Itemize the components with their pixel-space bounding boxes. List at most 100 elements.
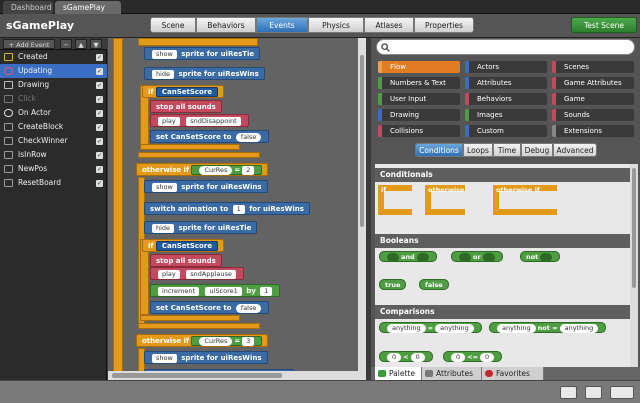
checkbox[interactable]: ✓: [96, 124, 103, 131]
tab-events[interactable]: Events: [256, 17, 308, 33]
dropdown[interactable]: hide: [152, 69, 175, 79]
binoculars-icon[interactable]: [585, 386, 602, 399]
value-field[interactable]: false: [235, 132, 262, 142]
value-field[interactable]: CurRes: [199, 336, 233, 346]
checkbox[interactable]: ✓: [96, 110, 103, 117]
sidebar-item-updating[interactable]: Updating ✓: [0, 64, 107, 78]
value-field[interactable]: 3: [242, 336, 255, 346]
play-sound-block[interactable]: play sndApplause: [150, 267, 244, 280]
show-sprite-block[interactable]: show sprite for uiResTie: [144, 47, 261, 60]
otherwise-if-block-top[interactable]: [138, 38, 258, 46]
scrollbar-thumb[interactable]: [112, 373, 282, 378]
switch-animation-block[interactable]: switch animation to 1 for uiResWins: [144, 202, 310, 215]
category-attributes[interactable]: Attributes: [465, 77, 547, 89]
sidebar-item-click[interactable]: Click ✓: [0, 92, 107, 106]
category-collisions[interactable]: Collisions: [378, 125, 460, 137]
value-field[interactable]: false: [235, 303, 262, 313]
palette-block-list[interactable]: Conditionals if otherwise otherwise if B…: [375, 164, 630, 367]
tab-favorites[interactable]: Favorites: [482, 367, 544, 380]
category-game-attributes[interactable]: Game Attributes: [552, 77, 634, 89]
checkbox[interactable]: ✓: [96, 138, 103, 145]
dropdown[interactable]: uiScore1: [205, 286, 242, 296]
dropdown[interactable]: show: [152, 49, 177, 59]
equals-block[interactable]: CurRes = 2: [191, 165, 263, 175]
category-flow[interactable]: Flow: [378, 61, 460, 73]
tab-dashboard[interactable]: Dashboard: [3, 1, 53, 14]
attribute-getter[interactable]: CanSetScore: [155, 87, 219, 97]
checkbox[interactable]: ✓: [96, 68, 103, 75]
dropdown[interactable]: hide: [152, 223, 175, 233]
sidebar-item-checkwinner[interactable]: CheckWinner ✓: [0, 134, 107, 148]
stop-all-sounds-block[interactable]: stop all sounds: [150, 100, 222, 113]
stop-all-sounds-block[interactable]: stop all sounds: [150, 254, 222, 267]
value-field[interactable]: 2: [242, 165, 255, 175]
sidebar-item-isinrow[interactable]: IsInRow ✓: [0, 148, 107, 162]
sidebar-item-drawing[interactable]: Drawing ✓: [0, 78, 107, 92]
attribute-getter[interactable]: CanSetScore: [155, 241, 219, 251]
category-game[interactable]: Game: [552, 93, 634, 105]
checkbox[interactable]: ✓: [96, 180, 103, 187]
not-equals-palette-block[interactable]: anything not = anything: [489, 322, 607, 333]
tab-properties[interactable]: Properties: [414, 17, 474, 33]
category-sounds[interactable]: Sounds: [552, 109, 634, 121]
true-block[interactable]: true: [379, 279, 407, 290]
not-block[interactable]: not: [520, 251, 561, 262]
tab-conditions[interactable]: Conditions: [415, 143, 463, 157]
show-sprite-block[interactable]: show sprite for uiResWins: [144, 180, 268, 193]
dropdown[interactable]: play: [158, 269, 180, 279]
play-sound-block[interactable]: play sndDisappoint: [150, 114, 249, 127]
hide-sprite-block[interactable]: hide sprite for uiResTie: [144, 221, 258, 234]
tab-behaviors[interactable]: Behaviors: [196, 17, 256, 33]
scrollbar-thumb[interactable]: [360, 55, 364, 227]
search-input[interactable]: [376, 39, 635, 55]
gear-icon[interactable]: [610, 386, 634, 399]
tab-atlases[interactable]: Atlases: [364, 17, 414, 33]
add-event-button[interactable]: + Add Event: [3, 39, 55, 49]
event-canvas[interactable]: show sprite for uiResTie hide sprite for…: [108, 38, 366, 380]
category-scenes[interactable]: Scenes: [552, 61, 634, 73]
tab-sgameplay[interactable]: sGamePlay×: [55, 1, 121, 25]
move-up-button[interactable]: ▲: [75, 39, 87, 49]
category-behaviors[interactable]: Behaviors: [465, 93, 547, 105]
category-images[interactable]: Images: [465, 109, 547, 121]
equals-palette-block[interactable]: anything = anything: [379, 322, 482, 333]
tab-time[interactable]: Time: [493, 143, 521, 157]
equals-block[interactable]: CurRes = 3: [191, 336, 263, 346]
tab-advanced[interactable]: Advanced: [553, 143, 597, 157]
category-numbers-text[interactable]: Numbers & Text: [378, 77, 460, 89]
if-block[interactable]: if CanSetScore: [142, 239, 225, 252]
dropdown[interactable]: increment: [158, 286, 200, 296]
checkbox[interactable]: ✓: [96, 166, 103, 173]
dropdown[interactable]: play: [158, 116, 180, 126]
less-than-block[interactable]: 0 <0: [379, 351, 433, 362]
dropdown[interactable]: show: [152, 353, 177, 363]
category-user-input[interactable]: User Input: [378, 93, 460, 105]
set-attribute-block[interactable]: set CanSetScore to false: [150, 301, 270, 314]
tab-loops[interactable]: Loops: [463, 143, 493, 157]
value-field[interactable]: 1: [260, 286, 273, 296]
tab-palette[interactable]: Palette: [375, 367, 422, 380]
less-equal-block[interactable]: 0 <= 0: [443, 351, 503, 362]
test-scene-button[interactable]: Test Scene: [571, 17, 637, 33]
otherwise-if-block[interactable]: otherwise if CurRes = 3: [136, 334, 269, 347]
sidebar-item-created[interactable]: Created ✓: [0, 50, 107, 64]
dropdown[interactable]: sndDisappoint: [186, 116, 241, 126]
sidebar-item-createblock[interactable]: CreateBlock ✓: [0, 120, 107, 134]
and-block[interactable]: and: [379, 251, 437, 262]
value-field[interactable]: 1: [232, 204, 245, 214]
sidebar-item-resetboard[interactable]: ResetBoard ✓: [0, 176, 107, 190]
tab-debug[interactable]: Debug: [521, 143, 553, 157]
sidebar-item-on-actor[interactable]: On Actor ✓: [0, 106, 107, 120]
when-updating-wrapper[interactable]: [113, 38, 123, 380]
category-actors[interactable]: Actors: [465, 61, 547, 73]
category-extensions[interactable]: Extensions: [552, 125, 634, 137]
if-block[interactable]: if CanSetScore: [142, 85, 225, 98]
category-custom[interactable]: Custom: [465, 125, 547, 137]
show-sprite-block[interactable]: show sprite for uiResWins: [144, 351, 268, 364]
set-attribute-block[interactable]: set CanSetScore to false: [150, 130, 270, 143]
checkbox[interactable]: ✓: [96, 152, 103, 159]
checkbox[interactable]: ✓: [96, 82, 103, 89]
increment-block[interactable]: increment uiScore1 by 1: [150, 284, 281, 297]
false-block[interactable]: false: [419, 279, 449, 290]
category-drawing[interactable]: Drawing: [378, 109, 460, 121]
